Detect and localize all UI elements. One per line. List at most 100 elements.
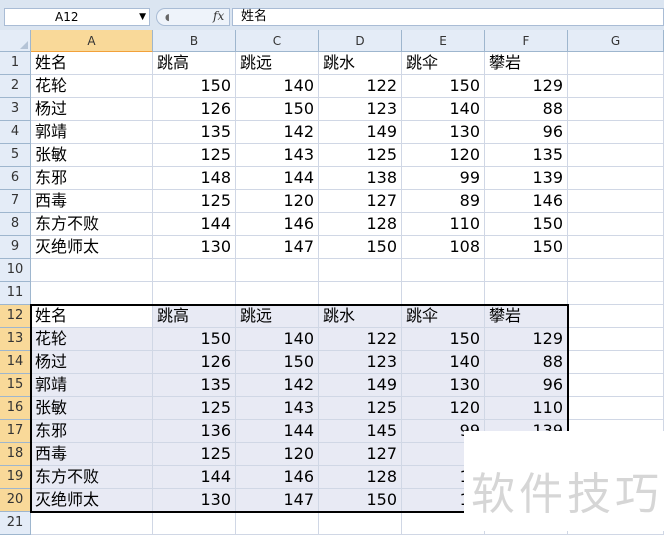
grip-icon[interactable]: ◖ bbox=[165, 13, 170, 23]
cell-b12[interactable]: 跳高 bbox=[153, 305, 236, 328]
cell-e11[interactable] bbox=[402, 282, 485, 305]
cell-g3[interactable] bbox=[568, 98, 664, 121]
cell-d5[interactable]: 125 bbox=[319, 144, 402, 167]
insert-function-icon[interactable]: fx bbox=[213, 9, 224, 23]
cell-g9[interactable] bbox=[568, 236, 664, 259]
cell-b3[interactable]: 126 bbox=[153, 98, 236, 121]
cell-c21[interactable] bbox=[236, 512, 319, 535]
column-header-g[interactable]: G bbox=[568, 30, 664, 52]
cell-g11[interactable] bbox=[568, 282, 664, 305]
cell-f8[interactable]: 150 bbox=[485, 213, 568, 236]
cell-a5[interactable]: 张敏 bbox=[31, 144, 153, 167]
row-header-2[interactable]: 2 bbox=[0, 75, 31, 98]
column-header-c[interactable]: C bbox=[236, 30, 319, 52]
cell-f3[interactable]: 88 bbox=[485, 98, 568, 121]
row-header-14[interactable]: 14 bbox=[0, 351, 31, 374]
row-header-20[interactable]: 20 bbox=[0, 489, 31, 512]
cell-c14[interactable]: 150 bbox=[236, 351, 319, 374]
cell-g4[interactable] bbox=[568, 121, 664, 144]
cell-c15[interactable]: 142 bbox=[236, 374, 319, 397]
cell-a6[interactable]: 东邪 bbox=[31, 167, 153, 190]
column-header-d[interactable]: D bbox=[319, 30, 402, 52]
cell-c10[interactable] bbox=[236, 259, 319, 282]
cell-f5[interactable]: 135 bbox=[485, 144, 568, 167]
cell-b1[interactable]: 跳高 bbox=[153, 52, 236, 75]
cell-f9[interactable]: 150 bbox=[485, 236, 568, 259]
cell-g12[interactable] bbox=[568, 305, 664, 328]
cell-b10[interactable] bbox=[153, 259, 236, 282]
row-header-16[interactable]: 16 bbox=[0, 397, 31, 420]
row-header-5[interactable]: 5 bbox=[0, 144, 31, 167]
cell-b18[interactable]: 125 bbox=[153, 443, 236, 466]
column-header-a[interactable]: A bbox=[31, 30, 153, 52]
cell-c7[interactable]: 120 bbox=[236, 190, 319, 213]
cell-d12[interactable]: 跳水 bbox=[319, 305, 402, 328]
cell-a8[interactable]: 东方不败 bbox=[31, 213, 153, 236]
row-header-17[interactable]: 17 bbox=[0, 420, 31, 443]
cell-g5[interactable] bbox=[568, 144, 664, 167]
cell-d11[interactable] bbox=[319, 282, 402, 305]
cell-f10[interactable] bbox=[485, 259, 568, 282]
cell-g16[interactable] bbox=[568, 397, 664, 420]
cell-b21[interactable] bbox=[153, 512, 236, 535]
cell-b5[interactable]: 125 bbox=[153, 144, 236, 167]
cell-b9[interactable]: 130 bbox=[153, 236, 236, 259]
cell-g14[interactable] bbox=[568, 351, 664, 374]
cell-g7[interactable] bbox=[568, 190, 664, 213]
cell-a1[interactable]: 姓名 bbox=[31, 52, 153, 75]
select-all-button[interactable] bbox=[0, 30, 31, 52]
cell-f1[interactable]: 攀岩 bbox=[485, 52, 568, 75]
cell-e16[interactable]: 120 bbox=[402, 397, 485, 420]
cell-e2[interactable]: 150 bbox=[402, 75, 485, 98]
row-header-12[interactable]: 12 bbox=[0, 305, 31, 328]
cell-e8[interactable]: 110 bbox=[402, 213, 485, 236]
cell-d2[interactable]: 122 bbox=[319, 75, 402, 98]
column-header-e[interactable]: E bbox=[402, 30, 485, 52]
cell-e9[interactable]: 108 bbox=[402, 236, 485, 259]
cell-e1[interactable]: 跳伞 bbox=[402, 52, 485, 75]
row-header-18[interactable]: 18 bbox=[0, 443, 31, 466]
cell-c18[interactable]: 120 bbox=[236, 443, 319, 466]
row-header-8[interactable]: 8 bbox=[0, 213, 31, 236]
cell-a9[interactable]: 灭绝师太 bbox=[31, 236, 153, 259]
cell-a4[interactable]: 郭靖 bbox=[31, 121, 153, 144]
cell-f15[interactable]: 96 bbox=[485, 374, 568, 397]
cell-f13[interactable]: 129 bbox=[485, 328, 568, 351]
cell-b6[interactable]: 148 bbox=[153, 167, 236, 190]
cell-c16[interactable]: 143 bbox=[236, 397, 319, 420]
cell-g10[interactable] bbox=[568, 259, 664, 282]
cell-a11[interactable] bbox=[31, 282, 153, 305]
cell-d7[interactable]: 127 bbox=[319, 190, 402, 213]
cell-a3[interactable]: 杨过 bbox=[31, 98, 153, 121]
cell-c5[interactable]: 143 bbox=[236, 144, 319, 167]
cell-c12[interactable]: 跳远 bbox=[236, 305, 319, 328]
cell-a16[interactable]: 张敏 bbox=[31, 397, 153, 420]
chevron-down-icon[interactable]: ▼ bbox=[139, 9, 146, 25]
row-header-1[interactable]: 1 bbox=[0, 52, 31, 75]
cell-a7[interactable]: 西毒 bbox=[31, 190, 153, 213]
cell-b17[interactable]: 136 bbox=[153, 420, 236, 443]
row-header-13[interactable]: 13 bbox=[0, 328, 31, 351]
cell-c2[interactable]: 140 bbox=[236, 75, 319, 98]
cell-f14[interactable]: 88 bbox=[485, 351, 568, 374]
cell-e7[interactable]: 89 bbox=[402, 190, 485, 213]
cell-d14[interactable]: 123 bbox=[319, 351, 402, 374]
cell-e12[interactable]: 跳伞 bbox=[402, 305, 485, 328]
cell-g15[interactable] bbox=[568, 374, 664, 397]
row-header-10[interactable]: 10 bbox=[0, 259, 31, 282]
cell-f2[interactable]: 129 bbox=[485, 75, 568, 98]
cell-d13[interactable]: 122 bbox=[319, 328, 402, 351]
cell-c8[interactable]: 146 bbox=[236, 213, 319, 236]
cell-d21[interactable] bbox=[319, 512, 402, 535]
cell-g6[interactable] bbox=[568, 167, 664, 190]
cell-c1[interactable]: 跳远 bbox=[236, 52, 319, 75]
cell-d6[interactable]: 138 bbox=[319, 167, 402, 190]
cell-g13[interactable] bbox=[568, 328, 664, 351]
cell-c17[interactable]: 144 bbox=[236, 420, 319, 443]
cell-b2[interactable]: 150 bbox=[153, 75, 236, 98]
cell-e5[interactable]: 120 bbox=[402, 144, 485, 167]
row-header-11[interactable]: 11 bbox=[0, 282, 31, 305]
cell-b15[interactable]: 135 bbox=[153, 374, 236, 397]
cell-d20[interactable]: 150 bbox=[319, 489, 402, 512]
cell-c9[interactable]: 147 bbox=[236, 236, 319, 259]
